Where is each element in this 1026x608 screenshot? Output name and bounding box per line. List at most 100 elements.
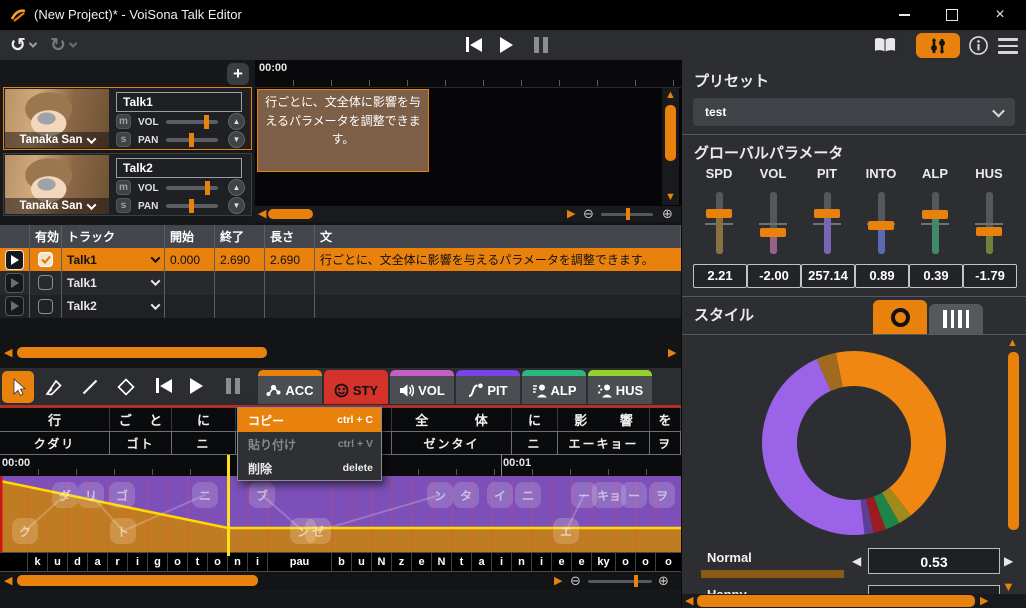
decrement-arrow-icon[interactable]: ◀	[852, 555, 861, 567]
skip-to-start-button[interactable]	[466, 37, 482, 52]
table-row[interactable]: Talk10.0002.6902.690行ごとに、文全体に影響を与えるパラメータ…	[0, 248, 681, 271]
scroll-left-icon[interactable]: ◀	[4, 348, 12, 359]
mute-button[interactable]: m	[116, 180, 131, 195]
slider-handle[interactable]	[189, 133, 194, 147]
solo-button[interactable]: s	[116, 198, 131, 213]
skip-to-start-button[interactable]	[156, 378, 172, 393]
phoneme-cell[interactable]: u	[48, 553, 68, 571]
voice-selector[interactable]: Tanaka San	[5, 132, 109, 148]
editor-zoom-handle[interactable]	[634, 575, 638, 587]
slider-handle[interactable]	[922, 210, 948, 219]
maximize-button[interactable]	[928, 0, 976, 30]
undo-dropdown-caret[interactable]	[30, 42, 36, 48]
table-row[interactable]: Talk1	[0, 271, 681, 294]
row-play-button[interactable]	[5, 296, 24, 316]
scroll-down-icon[interactable]: ▼	[1002, 580, 1015, 593]
style-sliders-view-button[interactable]	[929, 304, 983, 334]
phoneme-cell[interactable]: t	[452, 553, 472, 571]
slider-handle[interactable]	[814, 209, 840, 218]
pause-button[interactable]	[532, 37, 550, 53]
editor-hscroll-thumb[interactable]	[17, 575, 258, 586]
param-value-vol[interactable]: -2.00	[747, 264, 801, 288]
close-button[interactable]: ×	[976, 0, 1024, 30]
preset-dropdown[interactable]: test	[693, 98, 1015, 126]
menu-item-貼り付け[interactable]: 貼り付けctrl + V	[238, 432, 381, 456]
phoneme-cell[interactable]: g	[148, 553, 168, 571]
editor-zoom-slider[interactable]	[588, 580, 652, 583]
table-horizontal-scrollbar[interactable]: ◀ ▶	[0, 344, 681, 362]
phoneme-cell[interactable]: b	[332, 553, 352, 571]
hamburger-menu-button[interactable]	[998, 36, 1018, 56]
phoneme-cell[interactable]: u	[352, 553, 372, 571]
table-row[interactable]: Talk2	[0, 295, 681, 318]
info-button[interactable]	[968, 35, 989, 56]
phoneme-cell[interactable]: i	[248, 553, 268, 571]
kanji-cell[interactable]: 行	[0, 408, 110, 431]
voice-avatar[interactable]: Tanaka San	[5, 89, 109, 148]
kanji-cell[interactable]: ごと	[110, 408, 172, 431]
slider-handle[interactable]	[189, 199, 194, 213]
mora-chip[interactable]: ブ	[249, 482, 275, 508]
track-select[interactable]: Talk1	[62, 271, 165, 294]
mora-chip[interactable]: ダ	[52, 482, 78, 508]
play-button[interactable]	[500, 37, 513, 53]
zoom-in-icon[interactable]: ⊕	[662, 207, 673, 220]
timeline-clip[interactable]: 行ごとに、文全体に影響を与えるパラメータを調整できます。	[257, 89, 429, 172]
reading-cell[interactable]: クダリ	[0, 432, 110, 454]
menu-item-削除[interactable]: 削除delete	[238, 456, 381, 480]
style-horizontal-scrollbar[interactable]: ◀ ▶	[682, 594, 1026, 608]
mora-chip[interactable]: ゴ	[109, 482, 135, 508]
reading-cell[interactable]: ゴト	[110, 432, 172, 454]
phoneme-cell[interactable]: ky	[592, 553, 616, 571]
scroll-left-icon[interactable]: ◀	[685, 596, 693, 607]
zoom-out-icon[interactable]: ⊖	[570, 574, 581, 587]
playhead[interactable]	[227, 455, 230, 556]
style-donut-chart[interactable]	[682, 336, 1026, 546]
kanji-cell[interactable]: を	[650, 408, 681, 431]
phoneme-cell[interactable]: o	[168, 553, 188, 571]
redo-button[interactable]: ↻	[46, 33, 70, 57]
phoneme-cell[interactable]: k	[28, 553, 48, 571]
scroll-left-icon[interactable]: ◀	[258, 209, 266, 220]
minimize-button[interactable]	[880, 0, 928, 30]
mora-chip[interactable]: イ	[487, 482, 513, 508]
param-tab-alp[interactable]: ALP	[522, 370, 586, 404]
scroll-down-icon[interactable]: ▼	[665, 192, 676, 203]
kanji-cell[interactable]: 影響	[558, 408, 650, 431]
reading-cell[interactable]: ニ	[172, 432, 236, 454]
phoneme-cell[interactable]: r	[108, 553, 128, 571]
mora-chip[interactable]: リ	[78, 482, 104, 508]
param-tab-acc[interactable]: ACC	[258, 370, 322, 404]
timeline-hscroll-thumb[interactable]	[268, 209, 313, 219]
phoneme-cell[interactable]: pau	[268, 553, 332, 571]
phoneme-cell[interactable]: o	[636, 553, 656, 571]
library-book-icon[interactable]	[872, 36, 898, 55]
kanji-cell[interactable]: に	[512, 408, 558, 431]
table-hscroll-thumb[interactable]	[17, 347, 267, 358]
mora-chip[interactable]: ト	[110, 518, 136, 544]
enabled-checkbox[interactable]	[38, 252, 53, 267]
mute-button[interactable]: m	[116, 114, 131, 129]
track-name-box[interactable]: Talk1	[116, 92, 242, 112]
scroll-up-icon[interactable]: ▲	[665, 90, 676, 101]
mora-chip[interactable]: タ	[453, 482, 479, 508]
mora-chip[interactable]: ゼ	[305, 518, 331, 544]
param-value-hus[interactable]: -1.79	[963, 264, 1017, 288]
scroll-right-icon[interactable]: ▶	[980, 596, 988, 607]
reading-cell[interactable]: ヲ	[650, 432, 681, 454]
timeline-ruler[interactable]: 00:00	[255, 60, 681, 88]
mora-chip[interactable]: ニ	[192, 482, 218, 508]
pan-slider[interactable]	[166, 138, 218, 142]
track-name-box[interactable]: Talk2	[116, 158, 242, 178]
pan-slider[interactable]	[166, 204, 218, 208]
add-track-button[interactable]: +	[227, 63, 249, 85]
phoneme-cell[interactable]: n	[228, 553, 248, 571]
style-donut-view-button[interactable]	[873, 300, 927, 334]
increment-arrow-icon[interactable]: ▶	[1004, 555, 1013, 567]
tuning-sliders-button[interactable]	[916, 33, 960, 58]
scroll-up-icon[interactable]: ▲	[1007, 338, 1018, 349]
phoneme-cell[interactable]: d	[68, 553, 88, 571]
volume-slider[interactable]	[166, 120, 218, 124]
pause-button[interactable]	[224, 378, 242, 394]
pen-tool-button[interactable]	[38, 371, 70, 403]
